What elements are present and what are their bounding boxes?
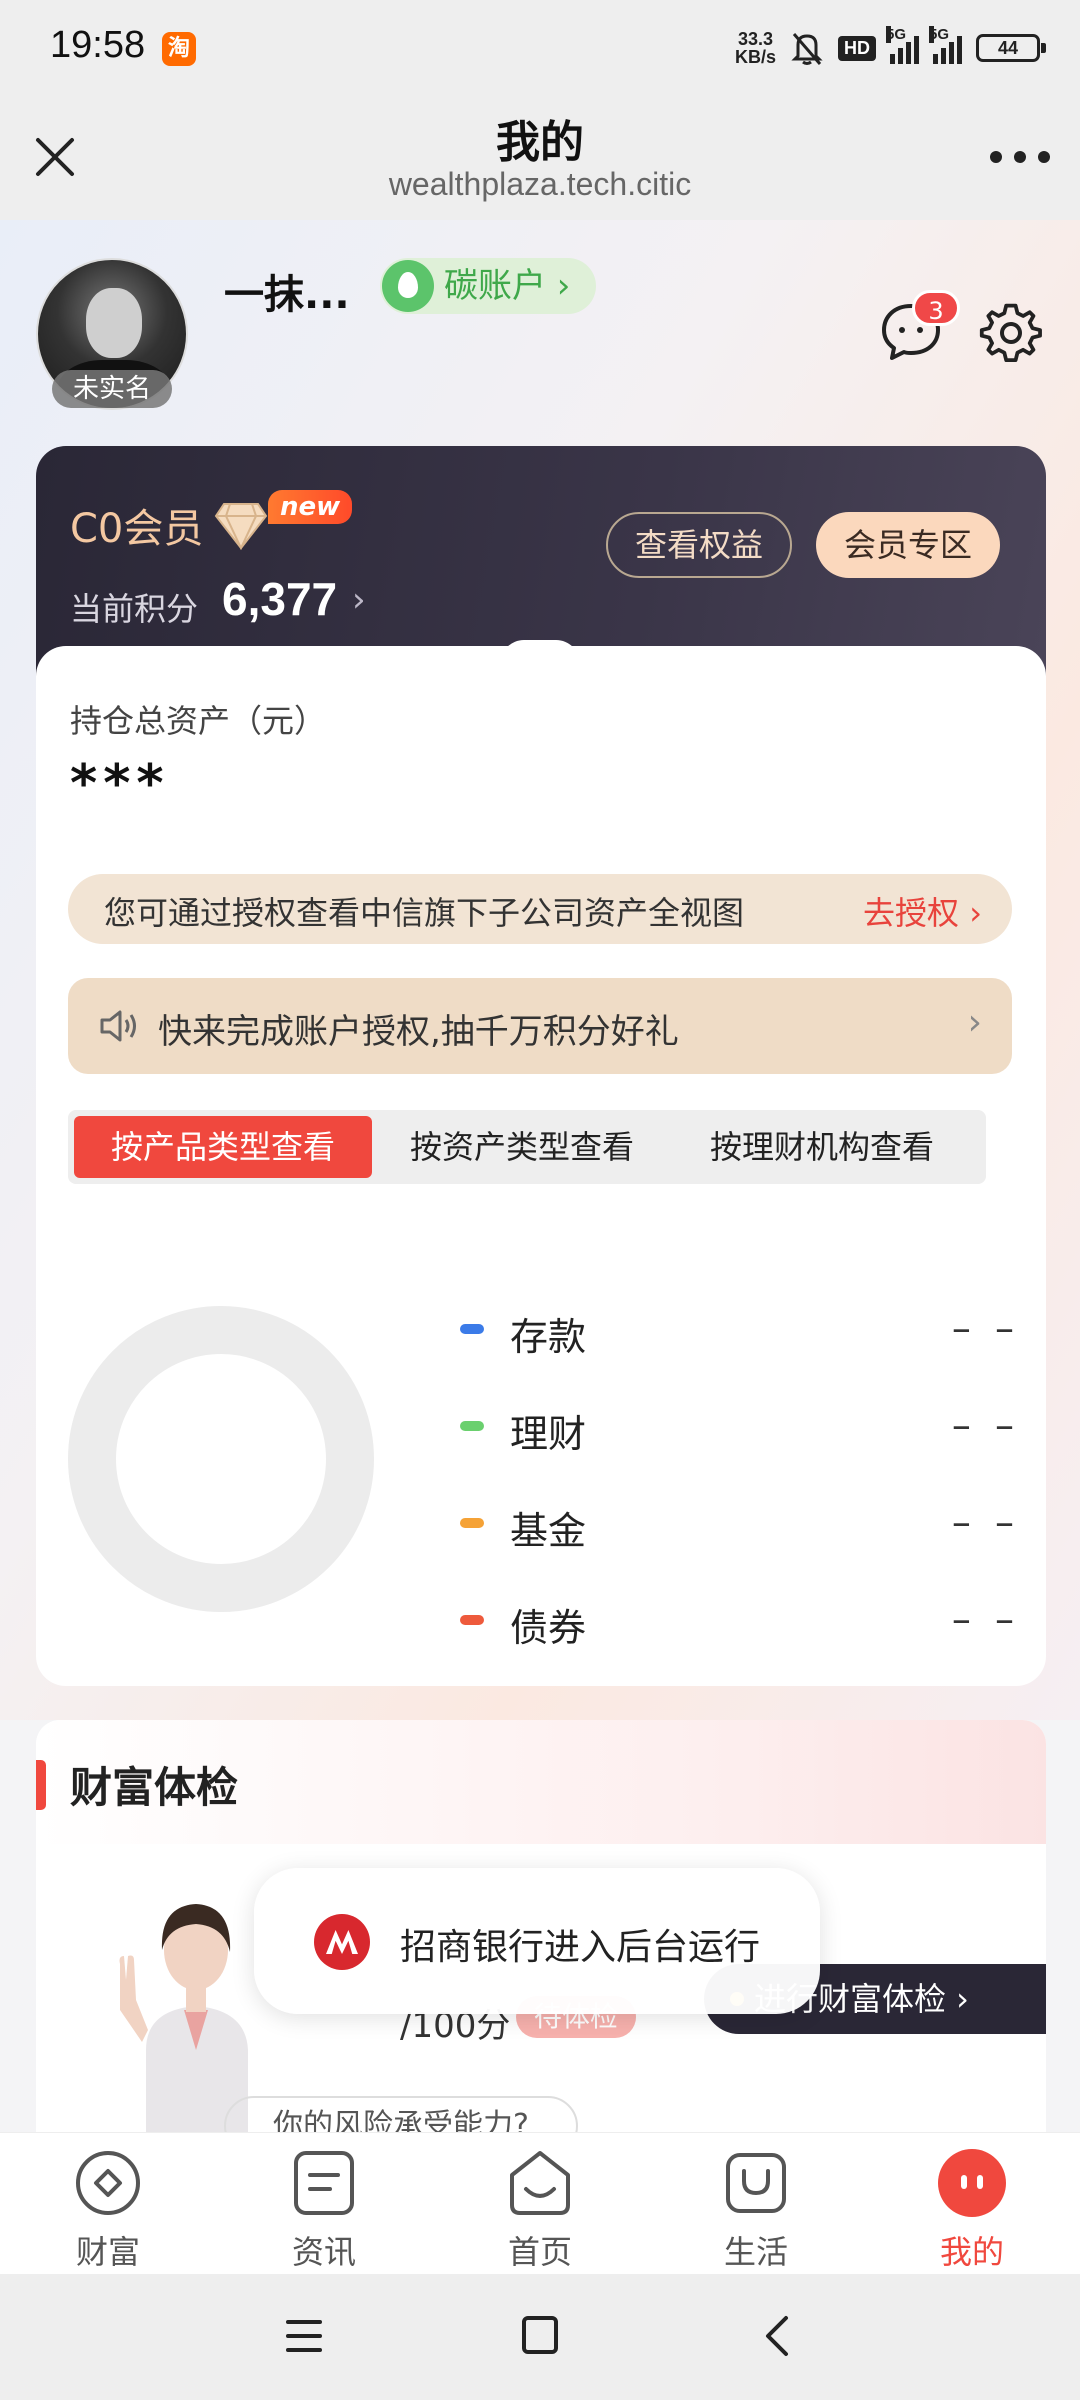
new-tag: new [268,490,353,524]
legend-value: – – [951,1306,1020,1350]
home-icon [510,2151,570,2215]
network-speed-value: 33.3 [737,29,774,49]
wealth-icon [76,2151,140,2215]
carbon-account-button[interactable]: 碳账户 › [380,258,597,314]
username: 一抹... [224,272,350,318]
legend-item-wealth[interactable]: 理财 – – [460,1383,1020,1480]
toast-text: 招商银行进入后台运行 [400,1927,761,1968]
points-label: 当前积分 [70,590,199,628]
assets-card: 持仓总资产（元） *** 您可通过授权查看中信旗下子公司资产全视图 去授权 › … [36,646,1046,1686]
nav-mine[interactable]: 我的 [864,2133,1080,2274]
hd-voice-icon: HD [838,35,876,61]
nav-news[interactable]: 资讯 [216,2133,432,2274]
taobao-notification-icon: 淘 [162,32,196,66]
more-menu-button[interactable] [990,142,1050,172]
news-icon [294,2151,354,2215]
status-time: 19:58 [50,24,146,66]
unverified-badge[interactable]: 未实名 [52,370,172,408]
home-button-icon[interactable] [522,2316,558,2354]
asset-view-tabs: 按产品类型查看 按资产类型查看 按理财机构查看 [68,1110,986,1184]
mute-bell-icon [791,33,823,65]
signal-icon-sim1: 5G [886,26,919,64]
nav-label: 我的 [939,2233,1004,2271]
nav-label: 首页 [507,2233,572,2271]
bottom-nav: 财富 资讯 首页 生活 我的 [0,2132,1080,2274]
legend-item-fund[interactable]: 基金 – – [460,1480,1020,1577]
network-speed-unit: KB/s [734,47,776,67]
sim2-label: 5G [929,26,950,43]
view-benefits-button[interactable]: 查看权益 [606,512,792,578]
nav-label: 财富 [75,2233,140,2271]
wealth-check-title: 财富体检 [70,1763,239,1812]
promo-banner[interactable]: 快来完成账户授权,抽千万积分好礼 › [68,978,1012,1074]
carbon-account-label: 碳账户 › [444,266,571,306]
section-accent-bar [36,1760,46,1810]
status-bar: 19:58 淘 33.3 KB/s HD 5G 5G 44 [0,0,1080,96]
legend-dot [460,1324,484,1334]
authorization-banner[interactable]: 您可通过授权查看中信旗下子公司资产全视图 去授权 › [68,874,1012,944]
sim1-label: 5G [886,26,907,43]
status-icons: 33.3 KB/s HD 5G 5G 44 [735,26,1046,70]
back-icon[interactable] [758,2314,798,2358]
assets-value[interactable]: *** [70,754,170,814]
nav-label: 资讯 [291,2233,356,2271]
leaf-icon [382,260,434,312]
legend-item-deposit[interactable]: 存款 – – [460,1286,1020,1383]
gear-icon[interactable] [978,300,1044,366]
system-nav-bar [0,2274,1080,2400]
asset-donut-chart [68,1306,374,1612]
assets-title: 持仓总资产（元） [70,702,327,740]
promo-text: 快来完成账户授权,抽千万积分好礼 [158,1012,679,1052]
chevron-right-icon: › [967,1002,982,1043]
points-chevron-icon[interactable]: › [352,580,366,620]
message-count-badge: 3 [912,290,960,326]
page-url: wealthplaza.tech.citic [388,166,692,202]
nav-life[interactable]: 生活 [648,2133,864,2274]
asset-legend: 存款 – – 理财 – – 基金 – – 债券 – – [460,1286,1020,1674]
authorize-link[interactable]: 去授权 › [863,888,982,934]
nav-label: 生活 [723,2233,788,2271]
legend-dot [460,1518,484,1528]
battery-icon: 44 [976,34,1046,62]
tab-asset-type[interactable]: 按资产类型查看 [372,1116,672,1178]
legend-label: 理财 [510,1412,587,1456]
authorization-text: 您可通过授权查看中信旗下子公司资产全视图 [104,894,745,932]
legend-label: 债券 [510,1606,587,1650]
legend-item-bond[interactable]: 债券 – – [460,1577,1020,1674]
legend-label: 基金 [510,1509,587,1553]
network-speed: 33.3 KB/s [735,30,776,66]
nav-wealth[interactable]: 财富 [0,2133,216,2274]
background-toast: 招商银行进入后台运行 [254,1868,820,2014]
member-zone-button[interactable]: 会员专区 [816,512,1000,578]
points-value[interactable]: 6,377 [222,572,337,626]
legend-dot [460,1421,484,1431]
diamond-icon [214,503,268,550]
nav-home[interactable]: 首页 [432,2133,648,2274]
tab-product-type[interactable]: 按产品类型查看 [74,1116,372,1178]
legend-value: – – [951,1597,1020,1641]
page-title: 我的 [496,117,584,168]
recent-apps-icon[interactable] [286,2320,322,2352]
legend-value: – – [951,1403,1020,1447]
title-bar: 我的 wealthplaza.tech.citic [0,96,1080,220]
legend-label: 存款 [510,1315,587,1359]
legend-value: – – [951,1500,1020,1544]
mine-icon [938,2149,1006,2217]
signal-icon-sim2: 5G [929,26,962,64]
card-notch [500,640,580,664]
life-icon [726,2153,786,2213]
tab-institution[interactable]: 按理财机构查看 [672,1116,972,1178]
cmb-logo-icon [314,1914,370,1970]
member-level: C0会员 [70,506,204,552]
speaker-icon [100,1010,136,1042]
legend-dot [460,1615,484,1625]
